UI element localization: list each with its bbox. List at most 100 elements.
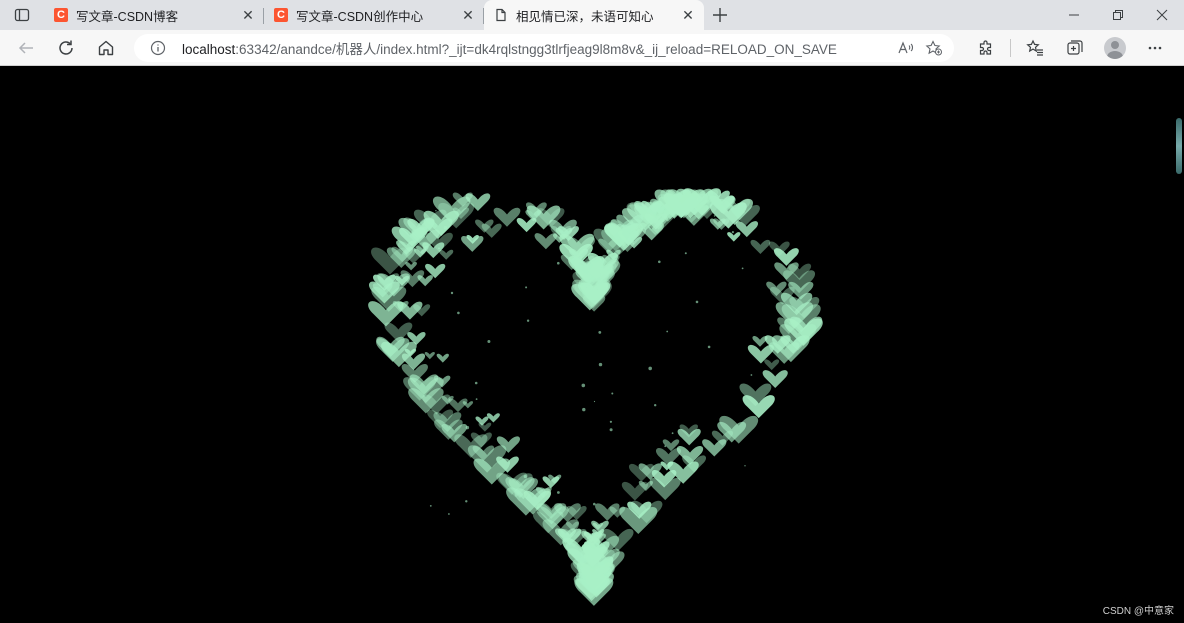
spark-dot <box>664 445 667 448</box>
spark-dot <box>487 340 491 343</box>
favorites-icon <box>1026 39 1043 56</box>
browser-toolbar: localhost:63342/anandce/机器人/index.html?_… <box>0 30 1184 66</box>
window-controls <box>1052 0 1184 30</box>
info-icon[interactable] <box>144 36 172 60</box>
heart-particle <box>493 207 521 227</box>
heart-particle <box>727 232 741 242</box>
spark-dot <box>557 491 560 494</box>
spark-dot <box>654 404 657 407</box>
heart-particle <box>425 263 446 279</box>
csdn-icon: C <box>274 8 288 22</box>
close-icon[interactable]: ✕ <box>240 7 256 23</box>
spark-dot <box>707 345 711 349</box>
scrollbar-handle[interactable] <box>1176 118 1182 174</box>
read-aloud-icon[interactable] <box>892 36 920 60</box>
tab-title: 写文章-CSDN博客 <box>76 9 179 24</box>
spark-dot <box>474 381 478 385</box>
spark-dot <box>750 374 753 376</box>
spark-dot <box>443 225 448 230</box>
tab-title: 相见情已深，未语可知心 <box>516 9 654 24</box>
collections-button[interactable] <box>1055 32 1095 64</box>
spark-dot <box>450 291 454 295</box>
address-bar[interactable]: localhost:63342/anandce/机器人/index.html?_… <box>134 33 954 62</box>
spark-dot <box>457 311 460 315</box>
spark-dot <box>593 400 596 403</box>
minimize-button[interactable] <box>1052 0 1096 30</box>
heart-particle <box>595 503 620 521</box>
spark-dot <box>557 261 560 265</box>
close-icon[interactable]: ✕ <box>460 7 476 23</box>
spark-dot <box>598 362 603 367</box>
spark-dot <box>744 465 746 467</box>
spark-dot <box>465 425 470 430</box>
extensions-button[interactable] <box>966 32 1006 64</box>
spark-dot <box>684 252 687 255</box>
heart-animation <box>368 188 823 606</box>
heart-particle <box>439 249 454 260</box>
heart-particle <box>417 275 433 287</box>
heart-particle <box>436 353 449 363</box>
close-icon[interactable]: ✕ <box>680 7 696 23</box>
toolbar-divider <box>1010 38 1011 57</box>
heart-particle <box>424 351 435 360</box>
url-path: :63342/anandce/机器人/index.html?_ijt=dk4rq… <box>235 41 837 57</box>
settings-menu-button[interactable] <box>1135 32 1175 64</box>
spark-dot <box>671 432 674 435</box>
heart-particle <box>405 262 417 271</box>
plus-icon <box>713 8 727 22</box>
heart-particle <box>750 239 771 254</box>
spark-dot <box>666 330 669 333</box>
spark-dot <box>609 420 613 423</box>
tab-active-page[interactable]: 相见情已深，未语可知心 ✕ <box>484 0 704 30</box>
heart-particle <box>486 413 500 423</box>
spark-dot <box>695 300 699 304</box>
tab-actions-button[interactable] <box>0 0 44 30</box>
tab-csdn-blog[interactable]: C 写文章-CSDN博客 ✕ <box>44 0 264 30</box>
spark-dot <box>448 513 450 515</box>
spark-dot <box>582 407 586 412</box>
profile-button[interactable] <box>1095 32 1135 64</box>
spark-dot <box>658 260 661 264</box>
refresh-button[interactable] <box>46 32 86 64</box>
spark-dot <box>741 267 744 270</box>
heart-particle <box>768 241 790 257</box>
page-content: CSDN @中意家 <box>0 66 1184 623</box>
watermark: CSDN @中意家 <box>1102 606 1174 617</box>
avatar <box>1104 36 1126 59</box>
url-host: localhost <box>182 41 236 57</box>
spark-dot <box>581 383 586 388</box>
heart-particle <box>752 335 768 347</box>
spark-dot <box>429 505 432 507</box>
new-tab-button[interactable] <box>704 0 736 30</box>
spark-dot <box>525 286 528 289</box>
restore-icon <box>1113 10 1123 20</box>
spark-dot <box>609 428 613 432</box>
spark-dot <box>465 500 468 503</box>
spark-dot <box>475 398 478 400</box>
refresh-icon <box>59 40 73 55</box>
url-text[interactable]: localhost:63342/anandce/机器人/index.html?_… <box>182 38 892 58</box>
heart-particle <box>764 359 780 371</box>
minimize-icon <box>1069 14 1079 16</box>
spark-dot <box>598 331 602 334</box>
toolbar-right <box>966 32 1175 64</box>
home-icon <box>98 40 114 55</box>
puzzle-icon <box>979 39 992 55</box>
restore-button[interactable] <box>1096 0 1140 30</box>
browser-window: C 写文章-CSDN博客 ✕ C 写文章-CSDN创作中心 ✕ 相见情已深，未语… <box>0 0 1184 623</box>
back-button[interactable] <box>6 32 46 64</box>
spark-dot <box>523 474 527 479</box>
close-icon <box>1156 9 1168 21</box>
tab-title: 写文章-CSDN创作中心 <box>296 9 424 24</box>
heart-particle <box>747 344 774 364</box>
favorites-button[interactable] <box>1015 32 1055 64</box>
collections-icon <box>1067 39 1083 55</box>
add-favorite-icon[interactable] <box>920 36 948 60</box>
tab-csdn-creator[interactable]: C 写文章-CSDN创作中心 ✕ <box>264 0 484 30</box>
spark-dot <box>731 231 735 234</box>
csdn-icon: C <box>54 8 68 22</box>
tab-strip: C 写文章-CSDN博客 ✕ C 写文章-CSDN创作中心 ✕ 相见情已深，未语… <box>0 0 1184 30</box>
home-button[interactable] <box>86 32 126 64</box>
tab-actions-icon <box>14 8 30 22</box>
close-window-button[interactable] <box>1140 0 1184 30</box>
